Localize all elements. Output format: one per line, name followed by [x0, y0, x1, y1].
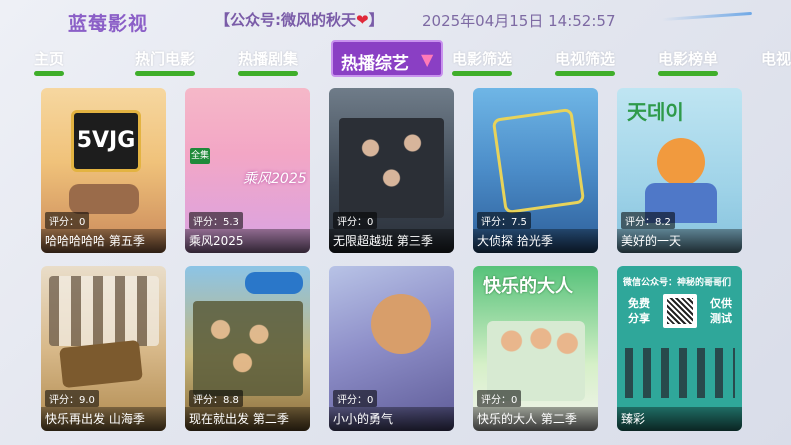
ad-left-text: 免费分享 — [628, 297, 650, 325]
score-badge: 评分：0 — [333, 390, 378, 407]
qr-code — [663, 294, 697, 328]
card-title: 臻彩 — [617, 407, 742, 431]
cast-group — [193, 301, 303, 396]
nav-tv[interactable]: 电视 — [761, 48, 791, 72]
poster-logo: 乘风2025 — [243, 171, 307, 187]
nav-underline — [452, 71, 513, 76]
media-card[interactable]: 天데이 评分：8.2 美好的一天 — [617, 88, 742, 253]
nav-movie-filter[interactable]: 电影筛选 — [452, 48, 513, 76]
cast-group — [339, 118, 444, 218]
media-card[interactable]: 评分：0 无限超越班 第三季 — [329, 88, 454, 253]
card-title: 大侦探 拾光季 — [473, 229, 598, 253]
card-title: 小小的勇气 — [329, 407, 454, 431]
ad-title: 微信公众号：神秘的哥哥们 — [623, 278, 732, 288]
media-card[interactable]: 微信公众号：神秘的哥哥们 免费分享 仅供测试 臻彩 — [617, 266, 742, 431]
media-card[interactable]: 评分：9.0 快乐再出发 山海季 — [41, 266, 166, 431]
score-badge: 评分：0 — [333, 212, 378, 229]
cast-group — [49, 276, 159, 346]
nav-active-label: 热播综艺 — [341, 54, 409, 74]
complete-tag: 全集 — [190, 148, 210, 164]
score-badge: 评分：8.8 — [189, 390, 243, 407]
poster-logo — [59, 339, 143, 389]
media-card[interactable]: 评分：0 小小的勇气 — [329, 266, 454, 431]
nav-hot-series[interactable]: 热播剧集 — [238, 48, 299, 76]
person-head — [371, 294, 431, 354]
media-card[interactable]: 5VJG 评分：0 哈哈哈哈哈 第五季 — [41, 88, 166, 253]
cast-group — [487, 321, 585, 401]
wechat-banner: 【公众号:微风的秋天❤】 — [215, 9, 384, 30]
app-title: 蓝莓影视 — [68, 13, 149, 35]
wechat-text: 【公众号:微风的秋天 — [215, 11, 356, 29]
card-title: 哈哈哈哈哈 第五季 — [41, 229, 166, 253]
ad-right-text: 仅供测试 — [710, 297, 732, 325]
card-title: 快乐再出发 山海季 — [41, 407, 166, 431]
media-card[interactable]: 评分：7.5 大侦探 拾光季 — [473, 88, 598, 253]
person-head — [657, 138, 705, 186]
card-title: 乘风2025 — [185, 229, 310, 253]
card-title: 快乐的大人 第二季 — [473, 407, 598, 431]
group-silhouettes — [625, 348, 735, 398]
poster-logo: 天데이 — [627, 100, 684, 124]
media-card[interactable]: 评分：8.8 现在就出发 第二季 — [185, 266, 310, 431]
nav-underline — [658, 71, 719, 76]
poster-logo: 快乐的大人 — [483, 276, 573, 297]
media-card[interactable]: 全集 乘风2025 评分：5.3 乘风2025 — [185, 88, 310, 253]
poster-logo — [245, 272, 303, 294]
score-badge: 评分：9.0 — [45, 390, 99, 407]
qr-pattern — [667, 298, 693, 324]
filter-icon[interactable]: ▼ — [421, 50, 433, 69]
nav-underline — [238, 71, 299, 76]
nav-underline — [135, 71, 196, 76]
nav-underline — [555, 71, 616, 76]
score-badge: 评分：0 — [477, 390, 522, 407]
nav-movie-ranking[interactable]: 电影榜单 — [658, 48, 719, 76]
nav-hot-movies[interactable]: 热门电影 — [135, 48, 196, 76]
top-bar: 蓝莓影视 【公众号:微风的秋天❤】 2025年04月15日 14:52:57 — [0, 0, 791, 40]
rock-shape — [69, 184, 139, 214]
wechat-bracket: 】 — [368, 11, 384, 29]
poster-maze — [491, 107, 586, 215]
nav-hot-variety-active[interactable]: 热播综艺 ▼ — [331, 40, 443, 77]
nav-home[interactable]: 主页 — [34, 48, 65, 76]
nav-tv-filter[interactable]: 电视筛选 — [555, 48, 616, 76]
card-title: 现在就出发 第二季 — [185, 407, 310, 431]
show-logo: 5VJG — [71, 110, 141, 172]
score-badge: 评分：5.3 — [189, 212, 243, 229]
card-title: 美好的一天 — [617, 229, 742, 253]
card-title: 无限超越班 第三季 — [329, 229, 454, 253]
score-badge: 评分：7.5 — [477, 212, 531, 229]
nav-underline — [34, 71, 65, 76]
heart-icon: ❤ — [356, 11, 369, 29]
decoration-line — [662, 11, 752, 22]
datetime: 2025年04月15日 14:52:57 — [422, 12, 616, 30]
media-card[interactable]: 快乐的大人 评分：0 快乐的大人 第二季 — [473, 266, 598, 431]
score-badge: 评分：8.2 — [621, 212, 675, 229]
score-badge: 评分：0 — [45, 212, 90, 229]
